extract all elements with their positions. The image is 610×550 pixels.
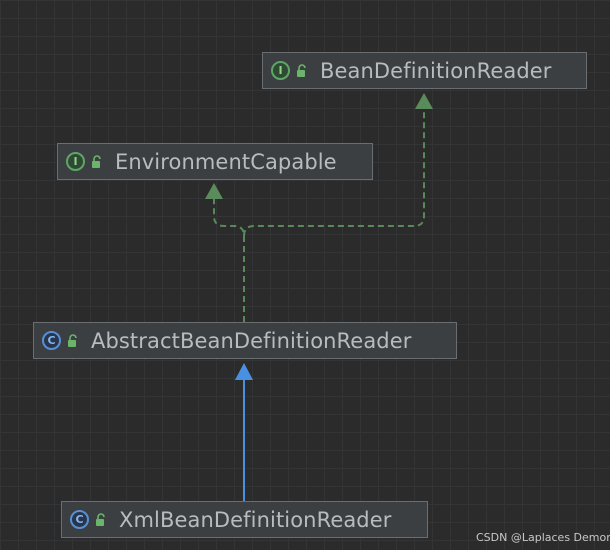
implements-arrowhead-environment-capable [205, 183, 223, 199]
implements-edge-group [213, 108, 425, 322]
open-lock-icon [297, 63, 306, 77]
implements-edge-trunk [213, 198, 245, 322]
class-icon: C [70, 510, 89, 529]
node-label: EnvironmentCapable [115, 149, 337, 174]
open-lock-icon [68, 333, 77, 347]
node-bean-definition-reader[interactable]: I BeanDefinitionReader [262, 52, 587, 89]
open-lock-icon [96, 512, 105, 526]
interface-icon: I [271, 61, 290, 80]
node-xml-bean-definition-reader[interactable]: C XmlBeanDefinitionReader [61, 501, 428, 538]
node-environment-capable[interactable]: I EnvironmentCapable [57, 143, 373, 180]
watermark-text: CSDN @Laplaces Demon [476, 531, 610, 544]
interface-icon: I [66, 152, 85, 171]
implements-arrowhead-bean-definition-reader [415, 93, 433, 109]
open-lock-icon [92, 154, 101, 168]
node-label: XmlBeanDefinitionReader [119, 507, 392, 532]
class-icon: C [42, 331, 61, 350]
node-label: AbstractBeanDefinitionReader [91, 328, 412, 353]
extends-arrowhead-abstract [235, 363, 253, 380]
node-abstract-bean-definition-reader[interactable]: C AbstractBeanDefinitionReader [33, 322, 457, 359]
node-label: BeanDefinitionReader [320, 58, 552, 83]
